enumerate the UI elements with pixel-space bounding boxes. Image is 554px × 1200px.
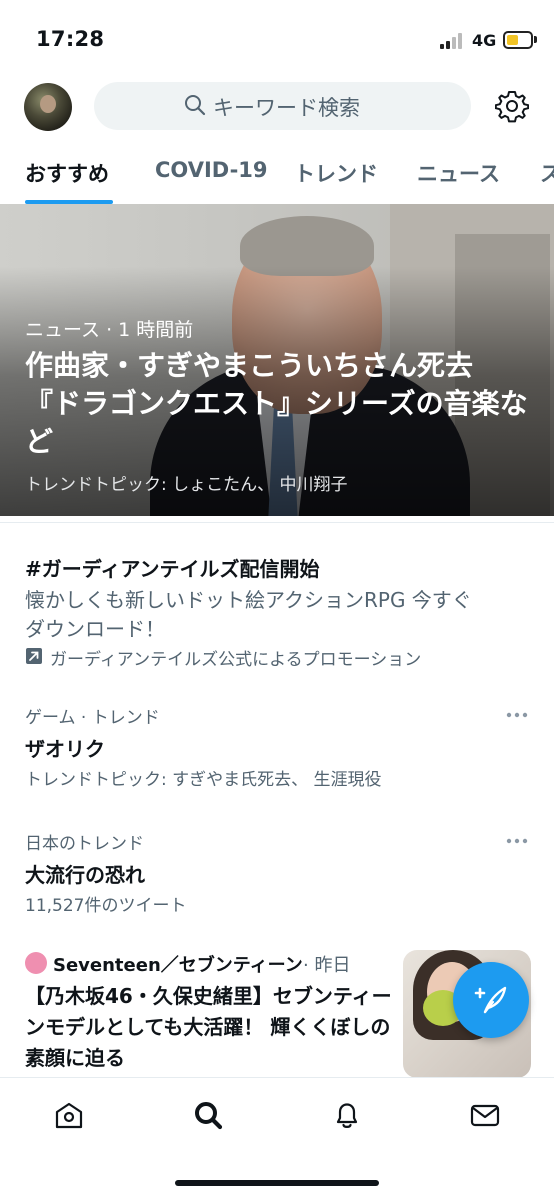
news-title[interactable]: 【乃木坂46・久保史緒里】セブンティーンモデルとしても大活躍！ 輝くくぼしの素顔…: [25, 981, 395, 1074]
signal-icon: [440, 33, 466, 49]
compose-icon: [474, 986, 507, 1014]
promoted-by: ガーディアンテイルズ公式によるプロモーション: [50, 650, 422, 670]
tab-covid19[interactable]: COVID-19: [155, 158, 268, 182]
explore-tabs: おすすめ COVID-19 トレンド ニュース ス: [0, 150, 554, 205]
battery-tip: [534, 36, 537, 43]
messages-icon[interactable]: [469, 1099, 501, 1131]
external-link-icon: [26, 648, 42, 664]
promoted-trend-description: 懐かしくも新しいドット絵アクションRPG 今すぐダウンロード！: [25, 588, 472, 641]
news-source: Seventeen／セブンティーン: [53, 955, 303, 976]
search-placeholder: キーワード検索: [213, 96, 360, 120]
trend-name[interactable]: 大流行の恐れ: [25, 859, 145, 888]
hero-news-card[interactable]: ニュース · 1 時間前 作曲家・すぎやまこういちさん死去 『ドラゴンクエスト』…: [0, 204, 554, 516]
trend-detail: トレンドトピック: すぎやま氏死去、 生涯現役: [25, 770, 382, 790]
news-time: · 昨日: [303, 955, 351, 976]
search-icon: [185, 95, 206, 116]
explore-icon[interactable]: [192, 1099, 224, 1131]
more-icon[interactable]: [505, 711, 529, 719]
trend-context: 日本のトレンド: [25, 834, 144, 854]
trend-name[interactable]: ザオリク: [25, 733, 105, 762]
news-source-logo: [25, 952, 47, 974]
more-icon[interactable]: [505, 837, 529, 845]
tab-recommended[interactable]: おすすめ: [25, 158, 109, 188]
compose-button[interactable]: [453, 962, 529, 1038]
network-label: 4G: [472, 31, 497, 50]
hero-title: 作曲家・すぎやまこういちさん死去 『ドラゴンクエスト』シリーズの音楽など: [25, 349, 528, 458]
battery-icon: [503, 31, 533, 49]
promoted-trend-title[interactable]: #ガーディアンテイルズ配信開始: [25, 553, 320, 582]
divider: [0, 522, 554, 523]
trend-detail: 11,527件のツイート: [25, 896, 187, 916]
tab-news[interactable]: ニュース: [417, 158, 500, 188]
avatar[interactable]: [24, 83, 72, 131]
tab-sports[interactable]: ス: [540, 158, 554, 188]
trend-context: ゲーム · トレンド: [25, 708, 160, 728]
tab-trending[interactable]: トレンド: [294, 158, 378, 188]
settings-icon[interactable]: [495, 89, 529, 123]
home-indicator[interactable]: [175, 1180, 379, 1186]
hero-topic: トレンドトピック: しょこたん、 中川翔子: [25, 475, 348, 495]
notifications-icon[interactable]: [331, 1099, 363, 1131]
hero-meta: ニュース · 1 時間前: [25, 319, 194, 341]
status-time: 17:28: [36, 27, 105, 51]
status-bar: 17:28 4G: [0, 0, 554, 70]
home-icon[interactable]: [53, 1099, 85, 1131]
